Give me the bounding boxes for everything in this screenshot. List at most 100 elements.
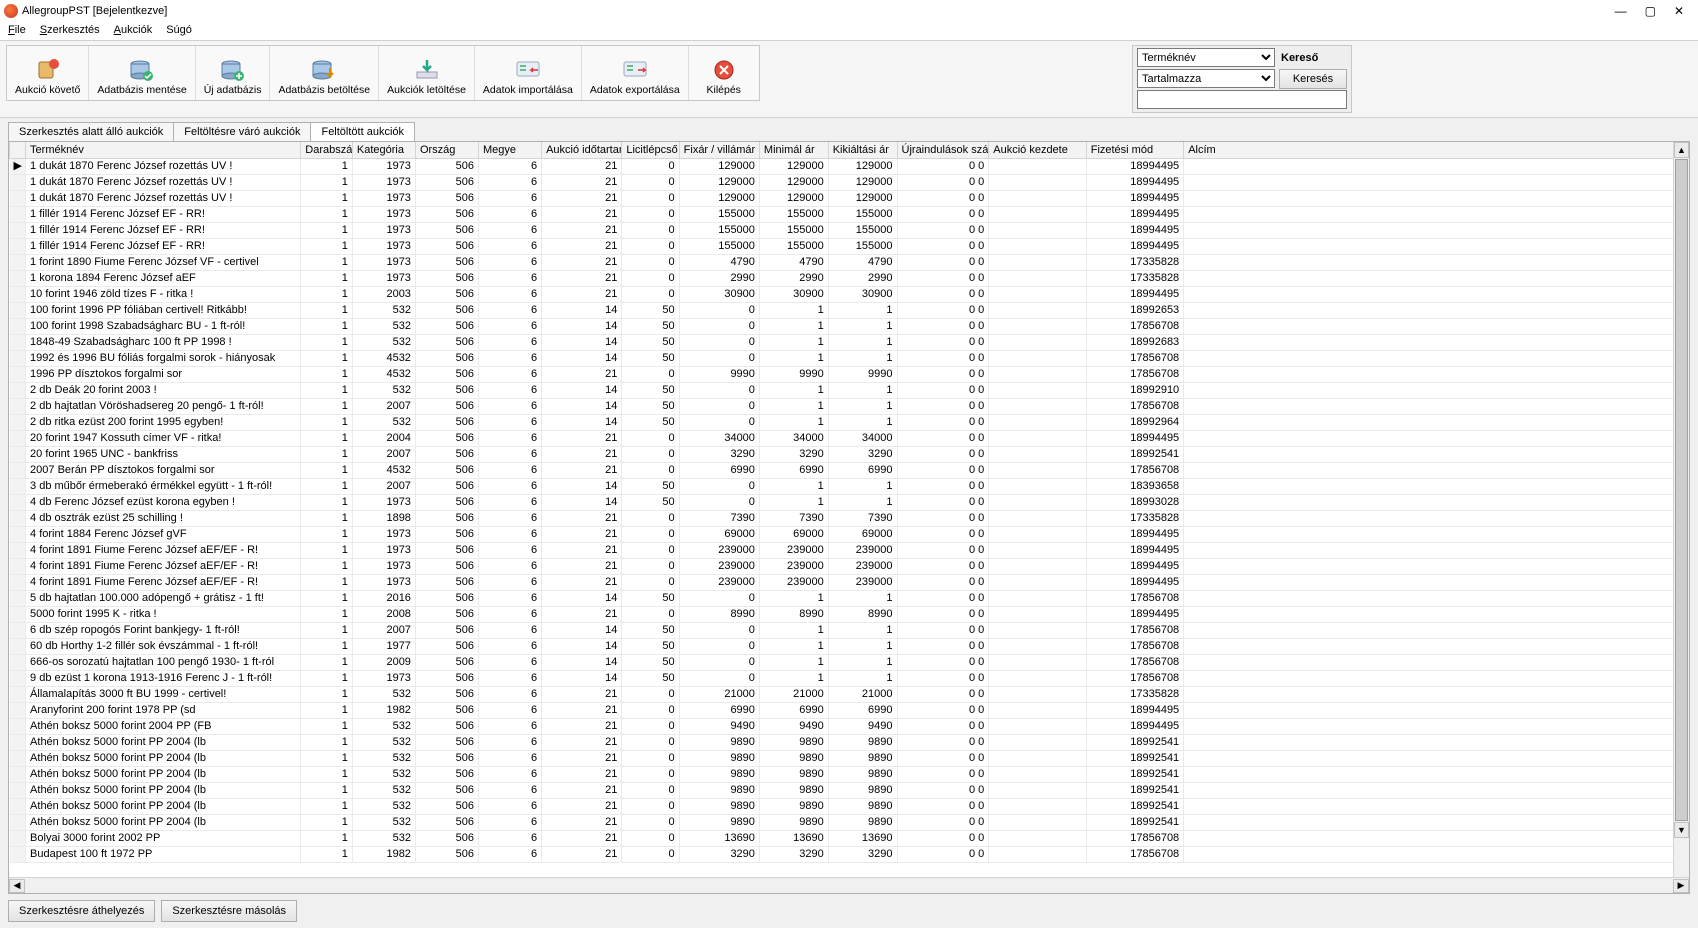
table-row[interactable]: Athén boksz 5000 forint PP 2004 (lb15325… — [10, 751, 1689, 767]
table-row[interactable]: 2 db Deák 20 forint 2003 !15325066145001… — [10, 383, 1689, 399]
column-header[interactable]: Terméknév — [26, 142, 301, 159]
cell: 69000 — [828, 527, 897, 543]
table-row[interactable]: 60 db Horthy 1-2 fillér sok évszámmal - … — [10, 639, 1689, 655]
cell: 9890 — [679, 815, 759, 831]
table-row[interactable]: 4 forint 1891 Fiume Ferenc József aEF/EF… — [10, 559, 1689, 575]
tab-feltoltott[interactable]: Feltöltött aukciók — [310, 122, 415, 141]
table-row[interactable]: 4 forint 1891 Fiume Ferenc József aEF/EF… — [10, 575, 1689, 591]
menu-sugo[interactable]: Súgó — [166, 24, 192, 36]
table-row[interactable]: 1848-49 Szabadságharc 100 ft PP 1998 !15… — [10, 335, 1689, 351]
menu-aukciok[interactable]: Aukciók — [114, 24, 153, 36]
table-row[interactable]: 6 db szép ropogós Forint bankjegy- 1 ft-… — [10, 623, 1689, 639]
kilepes-button[interactable]: Kilépés — [689, 46, 759, 100]
menu-file[interactable]: File — [8, 24, 26, 36]
adatbazis-betoltese-button[interactable]: Adatbázis betöltése — [270, 46, 379, 100]
table-row[interactable]: Athén boksz 5000 forint PP 2004 (lb15325… — [10, 783, 1689, 799]
szerkesztesre-athelyezes-button[interactable]: Szerkesztésre áthelyezés — [8, 900, 155, 922]
scroll-down-icon[interactable]: ▼ — [1674, 822, 1689, 838]
column-header[interactable]: Aukció időtartama — [542, 142, 622, 159]
cell: 0 — [679, 639, 759, 655]
table-row[interactable]: 20 forint 1947 Kossuth címer VF - ritka!… — [10, 431, 1689, 447]
table-row[interactable]: 1 fillér 1914 Ferenc József EF - RR!1197… — [10, 239, 1689, 255]
table-row[interactable]: 2 db ritka ezüst 200 forint 1995 egyben!… — [10, 415, 1689, 431]
table-row[interactable]: 1 forint 1890 Fiume Ferenc József VF - c… — [10, 255, 1689, 271]
table-row[interactable]: Athén boksz 5000 forint PP 2004 (lb15325… — [10, 767, 1689, 783]
table-row[interactable]: Athén boksz 5000 forint PP 2004 (lb15325… — [10, 735, 1689, 751]
table-row[interactable]: 10 forint 1946 zöld tízes F - ritka !120… — [10, 287, 1689, 303]
search-op-select[interactable]: Tartalmazza — [1137, 69, 1275, 88]
szerkesztesre-masolas-button[interactable]: Szerkesztésre másolás — [161, 900, 297, 922]
table-row[interactable]: Athén boksz 5000 forint 2004 PP (FB15325… — [10, 719, 1689, 735]
column-header[interactable]: Kikiáltási ár — [828, 142, 897, 159]
uj-adatbazis-button[interactable]: Új adatbázis — [196, 46, 271, 100]
column-header[interactable]: Minimál ár — [759, 142, 828, 159]
minimize-button[interactable]: — — [1615, 4, 1627, 18]
table-row[interactable]: 4 forint 1884 Ferenc József gVF119735066… — [10, 527, 1689, 543]
cell: 6 — [479, 591, 542, 607]
table-row[interactable]: 100 forint 1996 PP fóliában certivel! Ri… — [10, 303, 1689, 319]
table-row[interactable]: 666-os sorozatú hajtatlan 100 pengő 1930… — [10, 655, 1689, 671]
column-header[interactable]: Darabszám — [301, 142, 353, 159]
table-row[interactable]: 4 forint 1891 Fiume Ferenc József aEF/EF… — [10, 543, 1689, 559]
table-row[interactable]: 20 forint 1965 UNC - bankfriss1200750662… — [10, 447, 1689, 463]
cell — [989, 207, 1086, 223]
search-button[interactable]: Keresés — [1279, 69, 1347, 89]
table-row[interactable]: 1 fillér 1914 Ferenc József EF - RR!1197… — [10, 207, 1689, 223]
row-indicator — [10, 175, 26, 191]
maximize-button[interactable]: ▢ — [1645, 4, 1656, 18]
column-header[interactable]: Megye — [479, 142, 542, 159]
table-row[interactable]: 3 db műbőr érmeberakó érmékkel együtt - … — [10, 479, 1689, 495]
column-header[interactable]: Kategória — [352, 142, 415, 159]
table-row[interactable]: 2 db hajtatlan Vöröshadsereg 20 pengő- 1… — [10, 399, 1689, 415]
table-row[interactable]: 5 db hajtatlan 100.000 adópengő + grátis… — [10, 591, 1689, 607]
column-header[interactable]: Újraindulások száma — [897, 142, 989, 159]
table-row[interactable]: 1 dukát 1870 Ferenc József rozettás UV !… — [10, 175, 1689, 191]
column-header[interactable]: Fizetési mód — [1086, 142, 1183, 159]
column-header[interactable]: Fixár / villámár — [679, 142, 759, 159]
table-row[interactable]: 1992 és 1996 BU fóliás forgalmi sorok - … — [10, 351, 1689, 367]
scroll-right-icon[interactable]: ▶ — [1673, 879, 1689, 893]
table-row[interactable]: 1996 PP dísztokos forgalmi sor1453250662… — [10, 367, 1689, 383]
table-row[interactable]: 5000 forint 1995 K - ritka !120085066210… — [10, 607, 1689, 623]
scroll-thumb[interactable] — [1675, 159, 1688, 821]
cell: 14 — [542, 319, 622, 335]
table-row[interactable]: Államalapítás 3000 ft BU 1999 - certivel… — [10, 687, 1689, 703]
cell: 1 — [301, 271, 353, 287]
search-field-select[interactable]: Terméknév — [1137, 48, 1275, 67]
scroll-up-icon[interactable]: ▲ — [1674, 142, 1689, 158]
table-row[interactable]: 1 korona 1894 Ferenc József aEF119735066… — [10, 271, 1689, 287]
cell: 0 — [622, 687, 679, 703]
horizontal-scrollbar[interactable]: ◀ ▶ — [9, 877, 1689, 893]
aukcio-koveto-button[interactable]: Aukció követő — [7, 46, 89, 100]
table-row[interactable]: 9 db ezüst 1 korona 1913-1916 Ferenc J -… — [10, 671, 1689, 687]
search-input[interactable] — [1137, 90, 1347, 109]
close-button[interactable]: ✕ — [1674, 4, 1684, 18]
column-header[interactable]: Aukció kezdete — [989, 142, 1086, 159]
column-header[interactable]: Ország — [415, 142, 478, 159]
vertical-scrollbar[interactable]: ▲ ▼ — [1673, 142, 1689, 877]
table-row[interactable]: 4 db osztrák ezüst 25 schilling !1189850… — [10, 511, 1689, 527]
scroll-left-icon[interactable]: ◀ — [9, 879, 25, 893]
table-row[interactable]: Athén boksz 5000 forint PP 2004 (lb15325… — [10, 815, 1689, 831]
tab-feltoltesre-varo[interactable]: Feltöltésre váró aukciók — [173, 122, 311, 141]
table-row[interactable]: Aranyforint 200 forint 1978 PP (sd119825… — [10, 703, 1689, 719]
table-row[interactable]: 1 dukát 1870 Ferenc József rozettás UV !… — [10, 191, 1689, 207]
table-row[interactable]: 2007 Berán PP dísztokos forgalmi sor1453… — [10, 463, 1689, 479]
column-header[interactable]: Licitlépcső — [622, 142, 679, 159]
table-row[interactable]: ▶1 dukát 1870 Ferenc József rozettás UV … — [10, 159, 1689, 175]
cell: 1 — [301, 239, 353, 255]
table-row[interactable]: 4 db Ferenc József ezüst korona egyben !… — [10, 495, 1689, 511]
adatbazis-mentese-button[interactable]: Adatbázis mentése — [89, 46, 195, 100]
table-row[interactable]: Bolyai 3000 forint 2002 PP15325066210136… — [10, 831, 1689, 847]
table-row[interactable]: 1 fillér 1914 Ferenc József EF - RR!1197… — [10, 223, 1689, 239]
menu-szerkesztes[interactable]: Szerkesztés — [40, 24, 100, 36]
cell: 7390 — [759, 511, 828, 527]
aukciok-letoltese-button[interactable]: Aukciók letöltése — [379, 46, 475, 100]
table-row[interactable]: 100 forint 1998 Szabadságharc BU - 1 ft-… — [10, 319, 1689, 335]
table-row[interactable]: Athén boksz 5000 forint PP 2004 (lb15325… — [10, 799, 1689, 815]
adatok-importalasa-button[interactable]: Adatok importálása — [475, 46, 582, 100]
tab-szerkesztes-alatt[interactable]: Szerkesztés alatt álló aukciók — [8, 122, 174, 141]
column-header[interactable]: Alcím — [1184, 142, 1689, 159]
table-row[interactable]: Budapest 100 ft 1972 PP11982506621032903… — [10, 847, 1689, 863]
adatok-exportalasa-button[interactable]: Adatok exportálása — [582, 46, 689, 100]
